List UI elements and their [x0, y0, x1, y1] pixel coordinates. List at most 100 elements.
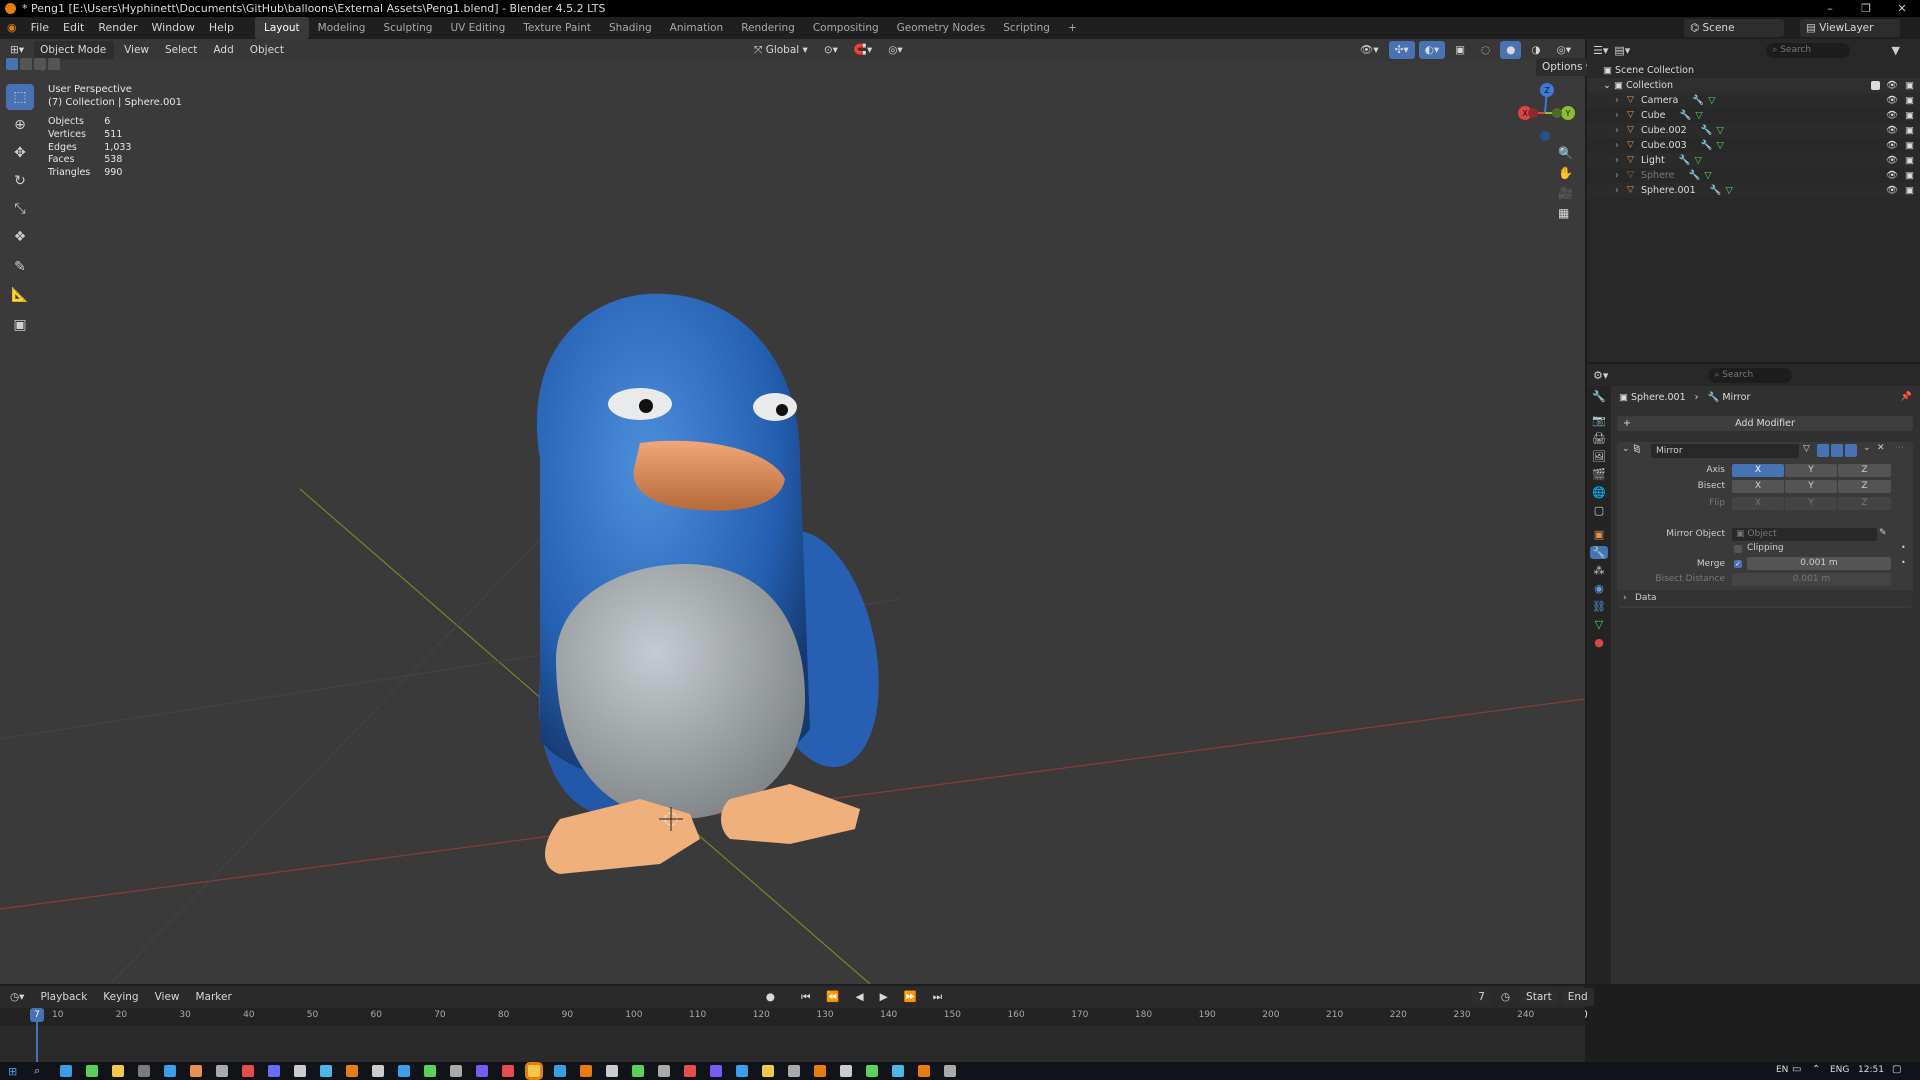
snap-icon[interactable]: 🧲▾ — [848, 41, 878, 59]
eye-icon[interactable]: 👁 — [1886, 138, 1898, 153]
mode-selector[interactable]: Object Mode ▾ — [34, 41, 115, 74]
expand-arrow-icon[interactable]: › — [1615, 153, 1619, 168]
menu-timeline-view[interactable]: View — [149, 988, 186, 1006]
data-tab-icon[interactable]: ▽ — [1595, 618, 1603, 631]
language-indicator-short[interactable]: EN — [1776, 1065, 1788, 1075]
taskbar-app-icon[interactable] — [476, 1065, 488, 1077]
auto-keying-icon[interactable]: ● — [760, 988, 781, 1006]
flip-z-toggle[interactable]: Z — [1838, 497, 1891, 510]
taskbar-app-icon[interactable] — [242, 1065, 254, 1077]
select-subtract-icon[interactable] — [34, 58, 46, 70]
taskbar-app-icon[interactable] — [632, 1065, 644, 1077]
scene-selector[interactable]: ⌬ Scene — [1684, 19, 1784, 37]
collection-tab-icon[interactable]: ▢ — [1594, 504, 1604, 517]
eye-icon[interactable]: 👁 — [1886, 183, 1898, 198]
jump-start-icon[interactable]: ⏮ — [795, 988, 816, 1006]
camera-view-icon[interactable]: 🎥 — [1558, 186, 1573, 200]
taskbar-app-icon[interactable] — [944, 1065, 956, 1077]
camera-render-icon[interactable]: ▣ — [1905, 138, 1914, 153]
preview-range-icon[interactable]: ◷ — [1495, 988, 1516, 1006]
data-subpanel-header[interactable]: › Data — [1617, 590, 1913, 606]
add-cube-tool-icon[interactable]: ▣ — [6, 312, 34, 338]
xray-icon[interactable]: ▣ — [1449, 41, 1471, 59]
menu-edit[interactable]: Edit — [56, 17, 91, 39]
taskbar-app-icon[interactable] — [112, 1065, 124, 1077]
axis-y-toggle[interactable]: Y — [1785, 464, 1837, 477]
play-reverse-icon[interactable]: ◀ — [850, 988, 870, 1006]
edit-mode-toggle-icon[interactable]: ▽ — [1803, 444, 1810, 454]
language-indicator[interactable]: ENG — [1830, 1065, 1849, 1075]
bisect-y-toggle[interactable]: Y — [1785, 480, 1837, 493]
output-tab-icon[interactable]: 🖨 — [1592, 432, 1606, 445]
taskbar-app-icon[interactable] — [216, 1065, 228, 1077]
menu-select[interactable]: Select — [159, 41, 203, 59]
clipping-checkbox[interactable] — [1734, 545, 1742, 553]
taskbar-app-icon[interactable] — [892, 1065, 904, 1077]
merge-distance-field[interactable]: 0.001 m — [1747, 557, 1891, 570]
world-tab-icon[interactable]: 🌐 — [1592, 486, 1606, 499]
taskbar-app-icon[interactable] — [372, 1065, 384, 1077]
outliner-editor-icon[interactable]: ☰▾ — [1593, 44, 1608, 57]
scene-collection-row[interactable]: ▣ Scene Collection — [1587, 63, 1920, 78]
physics-tab-icon[interactable]: ◉ — [1594, 582, 1604, 595]
taskbar-app-icon[interactable] — [658, 1065, 670, 1077]
viewport-toggle-icon[interactable] — [1831, 444, 1843, 457]
eye-icon[interactable]: 👁 — [1886, 168, 1898, 183]
constraints-tab-icon[interactable]: ⛓ — [1592, 600, 1606, 613]
select-new-icon[interactable] — [6, 58, 18, 70]
taskbar-app-icon[interactable] — [138, 1065, 150, 1077]
camera-render-icon[interactable]: ▣ — [1905, 183, 1914, 198]
expand-arrow-icon[interactable]: › — [1615, 108, 1619, 123]
axis-z-toggle[interactable]: Z — [1838, 464, 1891, 477]
eye-icon[interactable]: 👁 — [1886, 153, 1898, 168]
camera-render-icon[interactable]: ▣ — [1905, 93, 1914, 108]
tab-layout[interactable]: Layout — [254, 17, 309, 39]
tab-texture-paint[interactable]: Texture Paint — [514, 17, 600, 39]
eye-icon[interactable]: 👁 — [1886, 123, 1898, 138]
collection-checkbox[interactable] — [1871, 81, 1880, 90]
taskbar-app-icon[interactable] — [502, 1065, 514, 1077]
close-button[interactable]: ✕ — [1884, 0, 1920, 17]
taskbar-app-icon[interactable] — [814, 1065, 826, 1077]
shading-solid-icon[interactable]: ● — [1500, 41, 1522, 59]
timeline-editor-icon[interactable]: ◷▾ — [4, 988, 30, 1006]
menu-object[interactable]: Object — [244, 41, 290, 59]
camera-render-icon[interactable]: ▣ — [1905, 168, 1914, 183]
tab-animation[interactable]: Animation — [661, 17, 733, 39]
visibility-icon[interactable]: 👁▾ — [1354, 41, 1385, 59]
taskbar-app-icon[interactable] — [736, 1065, 748, 1077]
camera-render-icon[interactable]: ▣ — [1905, 153, 1914, 168]
object-tab-icon[interactable]: ▣ — [1594, 528, 1604, 541]
axis-x-toggle[interactable]: X — [1732, 464, 1784, 477]
outliner-item-light[interactable]: › ▽ Light 🔧 ▽ 👁 ▣ — [1587, 153, 1920, 168]
taskbar-app-icon[interactable] — [788, 1065, 800, 1077]
modifier-name-field[interactable]: Mirror — [1651, 444, 1799, 458]
eye-icon[interactable]: 👁 — [1886, 78, 1898, 93]
collection-row[interactable]: ⌄ ▣ Collection 👁 ▣ — [1587, 78, 1920, 93]
flip-y-toggle[interactable]: Y — [1785, 497, 1837, 510]
pin-icon[interactable]: 📌 — [1901, 392, 1912, 402]
shading-wireframe-icon[interactable]: ◌ — [1475, 41, 1496, 59]
taskbar-app-icon[interactable] — [424, 1065, 436, 1077]
frame-ruler[interactable]: 10 20 30 40 50 60 70 80 90 100 110 120 130 140 150 160 1… — [0, 1008, 1585, 1026]
proportional-edit-icon[interactable]: ◎▾ — [882, 41, 908, 59]
tool-tab-icon[interactable]: 🔧 — [1592, 390, 1606, 403]
view-layer-tab-icon[interactable]: 🖼 — [1592, 450, 1606, 463]
taskbar-app-icon[interactable] — [606, 1065, 618, 1077]
3d-viewport[interactable] — [0, 39, 1585, 984]
add-workspace-icon[interactable]: + — [1059, 17, 1086, 39]
annotate-tool-icon[interactable]: ✎ — [6, 254, 34, 280]
navigation-gizmo[interactable]: Z Y X — [1505, 78, 1585, 158]
menu-view[interactable]: View — [118, 41, 155, 59]
menu-add[interactable]: Add — [207, 41, 239, 59]
current-frame-field[interactable]: 7 — [1472, 988, 1491, 1006]
bisect-z-toggle[interactable]: Z — [1838, 480, 1891, 493]
taskbar-app-icon[interactable] — [190, 1065, 202, 1077]
menu-file[interactable]: File — [24, 17, 56, 39]
taskbar-app-icon[interactable] — [684, 1065, 696, 1077]
keyframe-dot-icon[interactable]: • — [1901, 543, 1906, 552]
taskbar-app-icon[interactable] — [918, 1065, 930, 1077]
viewport-scene[interactable] — [0, 39, 1585, 984]
taskbar-app-icon[interactable] — [320, 1065, 332, 1077]
transform-tool-icon[interactable]: ❖ — [6, 224, 34, 250]
